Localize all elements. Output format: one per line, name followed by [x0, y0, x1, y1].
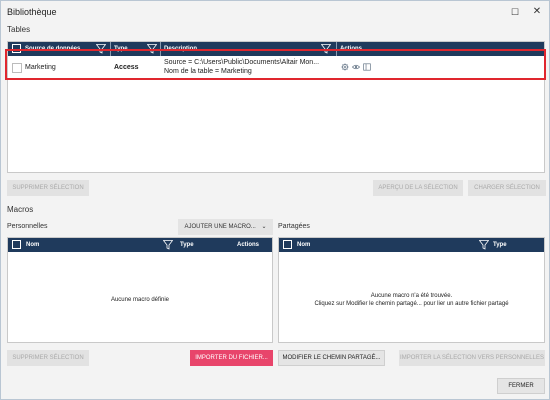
tables-grid: Source de données Type Description Actio…	[7, 41, 545, 173]
gear-icon[interactable]	[341, 63, 349, 71]
row-checkbox[interactable]	[12, 63, 22, 73]
modify-shared-path-button[interactable]: Modifier le chemin partagé...	[278, 350, 385, 366]
row-description-table: Nom de la table = Marketing	[164, 68, 252, 75]
personal-empty-message: Aucune macro définie	[110, 297, 170, 303]
column-separator	[160, 42, 161, 56]
filter-icon[interactable]	[321, 44, 331, 54]
column-type[interactable]: Type	[493, 238, 507, 252]
add-macro-dropdown[interactable]: Ajouter une macro... ⌄	[178, 219, 273, 235]
title-bar: Bibliothèque ☐ ✕	[1, 1, 549, 23]
column-type[interactable]: Type	[180, 238, 194, 252]
window-title: Bibliothèque	[7, 7, 57, 17]
column-name[interactable]: Nom	[26, 238, 39, 252]
library-dialog: Bibliothèque ☐ ✕ Tables Source de donnée…	[0, 0, 550, 400]
select-all-shared-checkbox[interactable]	[283, 240, 292, 249]
tables-section-label: Tables	[7, 25, 31, 34]
select-all-tables-checkbox[interactable]	[12, 44, 21, 53]
panel-icon[interactable]	[363, 63, 371, 71]
close-window-button[interactable]: ✕	[531, 6, 543, 18]
column-separator	[336, 42, 337, 56]
delete-table-selection-button[interactable]: Supprimer sélection	[7, 180, 89, 196]
delete-macro-selection-button[interactable]: Supprimer sélection	[7, 350, 89, 366]
chevron-down-icon: ⌄	[261, 224, 267, 230]
filter-icon[interactable]	[96, 44, 106, 54]
column-separator	[110, 42, 111, 56]
column-actions: Actions	[340, 46, 363, 52]
filter-icon[interactable]	[479, 240, 489, 250]
shared-grid-header: Nom Type	[279, 238, 544, 252]
close-icon: ✕	[532, 6, 542, 17]
personal-grid-header: Nom Type Actions	[8, 238, 272, 252]
select-all-personal-checkbox[interactable]	[12, 240, 21, 249]
shared-empty-message-line2: Cliquez sur Modifier le chemin partagé..…	[314, 301, 509, 307]
column-type[interactable]: Type	[114, 42, 128, 56]
column-description[interactable]: Description	[164, 42, 197, 56]
import-from-file-button[interactable]: Importer du fichier...	[190, 350, 273, 366]
close-button[interactable]: Fermer	[497, 378, 545, 394]
row-description-source: Source = C:\Users\Public\Documents\Altai…	[164, 59, 320, 66]
maximize-button[interactable]: ☐	[509, 6, 521, 18]
row-type: Access	[114, 64, 139, 71]
add-macro-label: Ajouter une macro...	[184, 224, 256, 230]
filter-icon[interactable]	[147, 44, 157, 54]
maximize-icon: ☐	[510, 6, 520, 17]
shared-macros-label: Partagées	[278, 223, 310, 230]
table-row[interactable]: Marketing Access Source = C:\Users\Publi…	[8, 56, 544, 86]
shared-empty-message-line1: Aucune macro n'a été trouvée.	[370, 293, 453, 299]
column-source[interactable]: Source de données	[25, 42, 80, 56]
macros-section-label: Macros	[7, 205, 34, 214]
personal-macros-grid: Nom Type Actions Aucune macro définie	[7, 237, 273, 343]
import-to-personal-button[interactable]: Importer la sélection vers personnelles	[399, 350, 545, 366]
preview-selection-button[interactable]: Aperçu de la sélection	[373, 180, 463, 196]
tables-grid-header: Source de données Type Description Actio…	[8, 42, 544, 56]
column-actions: Actions	[237, 242, 260, 248]
column-name[interactable]: Nom	[297, 238, 310, 252]
eye-icon[interactable]	[352, 63, 360, 71]
filter-icon[interactable]	[163, 240, 173, 250]
load-selection-button[interactable]: Charger sélection	[468, 180, 546, 196]
personal-macros-label: Personnelles	[7, 223, 48, 230]
row-source: Marketing	[25, 64, 56, 71]
shared-macros-grid: Nom Type Aucune macro n'a été trouvée. C…	[278, 237, 545, 343]
